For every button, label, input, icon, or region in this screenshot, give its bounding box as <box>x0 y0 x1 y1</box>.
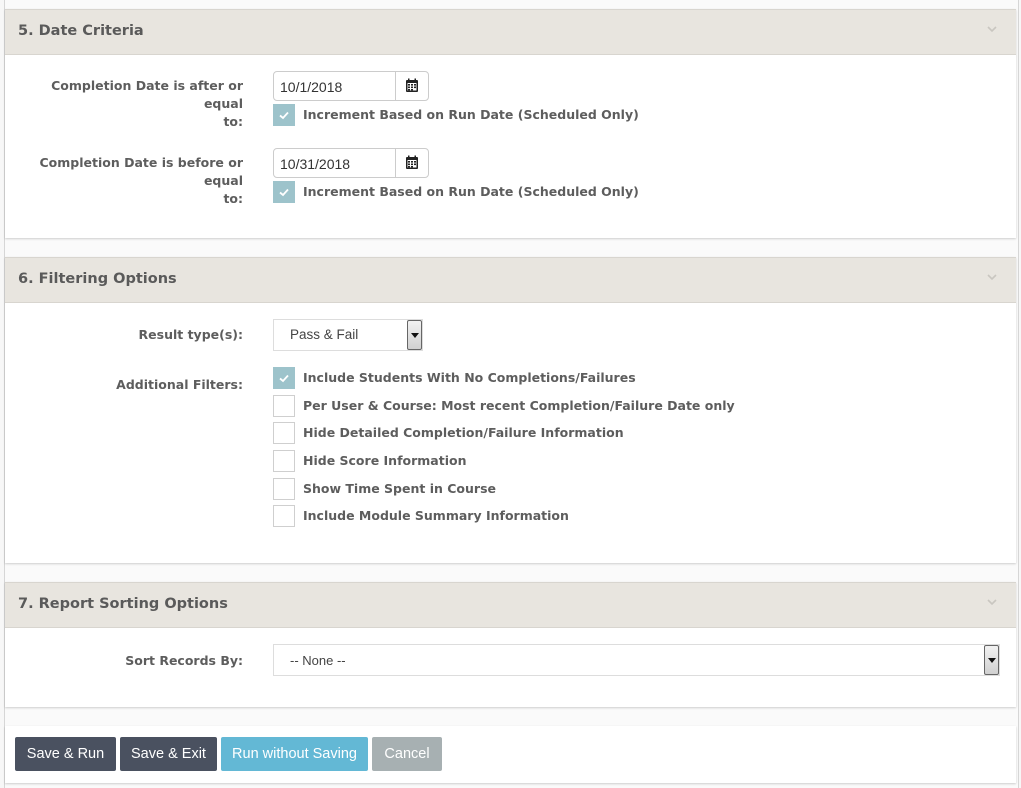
chevron-down-icon[interactable] <box>986 597 998 607</box>
additional-filters-label: Additional Filters: <box>116 377 243 392</box>
after-date-label: Completion Date is after or equal to: <box>10 77 243 131</box>
filter-checkbox[interactable] <box>273 478 295 500</box>
filter-checkbox[interactable] <box>273 422 295 444</box>
date-value[interactable]: 10/1/2018 <box>280 79 342 95</box>
sort-records-label: Sort Records By: <box>125 653 243 668</box>
select-value: Pass & Fail <box>290 327 359 342</box>
check-icon <box>279 188 289 197</box>
filter-checkbox[interactable] <box>273 367 295 389</box>
before-date-input[interactable]: 10/31/2018 <box>273 148 429 178</box>
before-increment-label: Increment Based on Run Date (Scheduled O… <box>303 184 639 199</box>
cancel-button[interactable]: Cancel <box>372 737 442 771</box>
filter-checkbox[interactable] <box>273 450 295 472</box>
select-value: -- None -- <box>290 653 346 668</box>
check-icon <box>279 374 289 383</box>
save-run-button[interactable]: Save & Run <box>15 737 116 771</box>
filter-label: Include Students With No Completions/Fai… <box>303 370 636 385</box>
filtering-header[interactable]: 6. Filtering Options <box>5 257 1016 303</box>
filter-label: Hide Detailed Completion/Failure Informa… <box>303 425 624 440</box>
sorting-header[interactable]: 7. Report Sorting Options <box>5 582 1016 628</box>
filter-label: Hide Score Information <box>303 453 467 468</box>
after-increment-checkbox[interactable] <box>273 104 295 126</box>
section-title: 5. Date Criteria <box>18 23 144 39</box>
date-criteria-header[interactable]: 5. Date Criteria <box>5 9 1016 55</box>
section-title: 7. Report Sorting Options <box>18 596 228 612</box>
after-increment-label: Increment Based on Run Date (Scheduled O… <box>303 107 639 122</box>
chevron-down-icon[interactable] <box>986 272 998 282</box>
filter-label: Include Module Summary Information <box>303 508 569 523</box>
after-date-input[interactable]: 10/1/2018 <box>273 71 429 101</box>
chevron-down-icon[interactable] <box>986 24 998 34</box>
result-type-label: Result type(s): <box>138 327 243 342</box>
label-line: to: <box>223 191 243 206</box>
calendar-icon[interactable] <box>395 72 428 100</box>
run-without-saving-button[interactable]: Run without Saving <box>221 737 368 771</box>
dropdown-arrow-icon[interactable] <box>407 320 422 350</box>
filter-label: Per User & Course: Most recent Completio… <box>303 398 735 413</box>
filter-checkbox[interactable] <box>273 505 295 527</box>
filter-checkbox[interactable] <box>273 395 295 417</box>
sort-records-select[interactable]: -- None -- <box>273 644 1000 676</box>
before-date-label: Completion Date is before or equal to: <box>10 154 244 208</box>
label-line: Completion Date is before or equal <box>39 155 244 188</box>
check-icon <box>279 111 289 120</box>
save-exit-button[interactable]: Save & Exit <box>120 737 217 771</box>
label-line: Completion Date is after or equal <box>51 78 243 111</box>
dropdown-arrow-icon[interactable] <box>984 645 999 675</box>
calendar-icon[interactable] <box>395 149 428 177</box>
before-increment-checkbox[interactable] <box>273 181 295 203</box>
section-title: 6. Filtering Options <box>18 271 177 287</box>
date-value[interactable]: 10/31/2018 <box>280 156 350 172</box>
filter-label: Show Time Spent in Course <box>303 481 496 496</box>
label-line: to: <box>223 114 243 129</box>
result-type-select[interactable]: Pass & Fail <box>273 319 423 351</box>
